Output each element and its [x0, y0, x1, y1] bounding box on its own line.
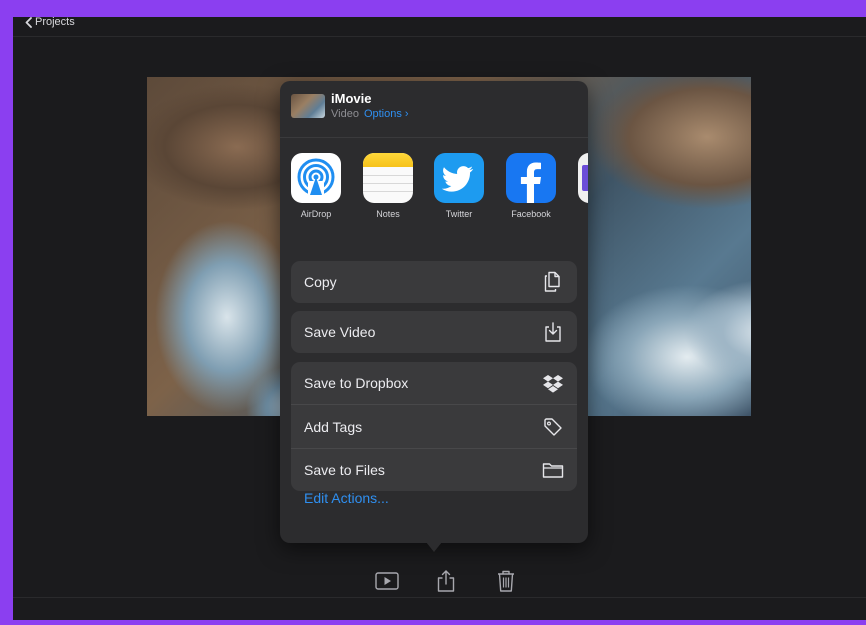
facebook-icon: [506, 153, 556, 203]
edit-actions-link[interactable]: Edit Actions...: [304, 490, 389, 506]
save-to-dropbox-label: Save to Dropbox: [304, 375, 409, 391]
airdrop-icon: [291, 153, 341, 203]
add-tags-label: Add Tags: [304, 418, 363, 435]
share-app-twitter[interactable]: Twitter: [429, 153, 489, 219]
copy-label: Copy: [304, 274, 337, 290]
save-to-files-action[interactable]: Save to Files: [291, 448, 577, 491]
app-label-facebook: Facebook: [511, 209, 551, 219]
notes-icon: [363, 153, 413, 203]
bottom-toolbar-area: [13, 597, 866, 620]
copy-action[interactable]: Copy: [291, 261, 577, 303]
options-link[interactable]: Options ›: [364, 108, 409, 120]
share-app-airdrop[interactable]: AirDrop: [286, 153, 346, 219]
share-subtitle: Video: [331, 108, 359, 120]
partially-visible-app-icon: [578, 153, 588, 203]
video-thumbnail: [291, 94, 325, 118]
dropbox-icon: [542, 372, 564, 394]
chevron-left-icon: [25, 17, 32, 28]
twitter-icon: [434, 153, 484, 203]
top-navigation-bar: Projects: [13, 17, 866, 37]
share-subtitle-row: Video Options ›: [331, 108, 409, 120]
save-video-icon: [542, 321, 564, 343]
action-group-integrations: Save to Dropbox Add Tags Save to Files: [291, 362, 577, 491]
share-app-facebook[interactable]: Facebook: [501, 153, 561, 219]
share-sheet: iMovie Video Options › AirDrop Notes Twi…: [280, 81, 588, 543]
share-icon: [437, 570, 455, 592]
share-sheet-header: iMovie Video Options ›: [280, 81, 588, 138]
save-to-files-label: Save to Files: [304, 462, 385, 478]
action-group-copy: Copy: [291, 261, 577, 303]
app-label-twitter: Twitter: [445, 209, 473, 219]
play-icon: [375, 572, 399, 590]
project-toolbar: [350, 568, 514, 596]
trash-icon: [498, 570, 514, 592]
back-label: Projects: [35, 17, 75, 28]
play-button[interactable]: [374, 568, 400, 594]
save-video-label: Save Video: [304, 324, 376, 340]
save-to-dropbox-action[interactable]: Save to Dropbox: [291, 362, 577, 404]
share-app-notes[interactable]: Notes: [358, 153, 418, 219]
save-video-action[interactable]: Save Video: [291, 311, 577, 353]
delete-button[interactable]: [493, 568, 519, 594]
action-group-save-video: Save Video: [291, 311, 577, 353]
add-tags-action[interactable]: Add Tags: [291, 404, 577, 448]
share-sheet-arrow: [426, 542, 442, 552]
back-to-projects-button[interactable]: Projects: [25, 17, 75, 29]
app-label-airdrop: AirDrop: [300, 209, 332, 219]
app-label-notes: Notes: [376, 209, 400, 219]
tag-icon: [542, 416, 564, 438]
folder-icon: [542, 459, 564, 481]
share-apps-row: AirDrop Notes Twitter Facebook: [280, 153, 588, 233]
copy-icon: [542, 271, 564, 293]
share-title: iMovie: [331, 91, 372, 106]
share-button[interactable]: [433, 568, 459, 594]
share-app-more[interactable]: [573, 153, 588, 203]
